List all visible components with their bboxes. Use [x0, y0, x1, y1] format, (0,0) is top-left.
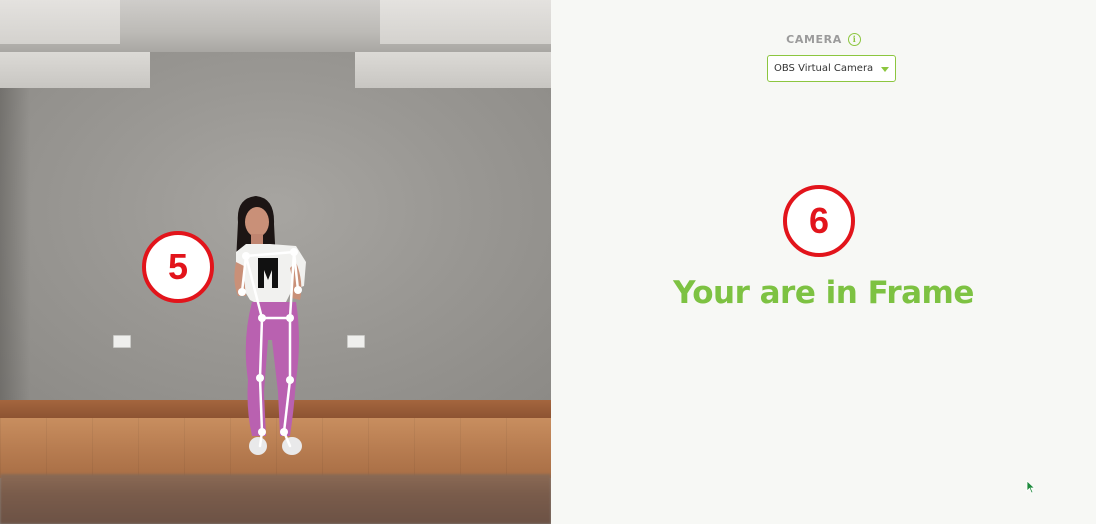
joint-right-shoulder	[290, 248, 298, 256]
joint-left-knee	[256, 374, 264, 382]
joint-left-wrist	[238, 288, 246, 296]
joint-right-knee	[286, 376, 294, 384]
joint-right-wrist	[294, 286, 302, 294]
dancer-left-shoe	[249, 437, 267, 455]
frame-status-message: Your are in Frame	[673, 275, 974, 311]
camera-select[interactable]: OBS Virtual Camera	[767, 55, 896, 82]
joint-right-hip	[286, 314, 294, 322]
step-badge-6: 6	[783, 185, 855, 257]
caret-down-icon	[881, 67, 889, 72]
control-panel: CAMERA i OBS Virtual Camera Your are in …	[551, 0, 1096, 524]
camera-label-row: CAMERA i	[551, 33, 1096, 46]
dancer-face	[245, 207, 269, 237]
joint-left-shoulder	[242, 252, 250, 260]
dancer-right-shoe	[282, 437, 302, 455]
mouse-pointer-icon	[1026, 480, 1036, 494]
joint-left-ankle	[258, 428, 266, 436]
joint-left-hip	[258, 314, 266, 322]
app-window: 5 CAMERA i OBS Virtual Camera Your are i…	[0, 0, 1096, 524]
camera-select-value: OBS Virtual Camera	[774, 63, 874, 74]
camera-feed: 5	[0, 0, 551, 524]
info-icon[interactable]: i	[847, 33, 861, 46]
joint-right-ankle	[280, 428, 288, 436]
camera-label: CAMERA	[786, 33, 842, 46]
dancer-with-pose-skeleton	[234, 196, 306, 455]
step-badge-5: 5	[142, 231, 214, 303]
